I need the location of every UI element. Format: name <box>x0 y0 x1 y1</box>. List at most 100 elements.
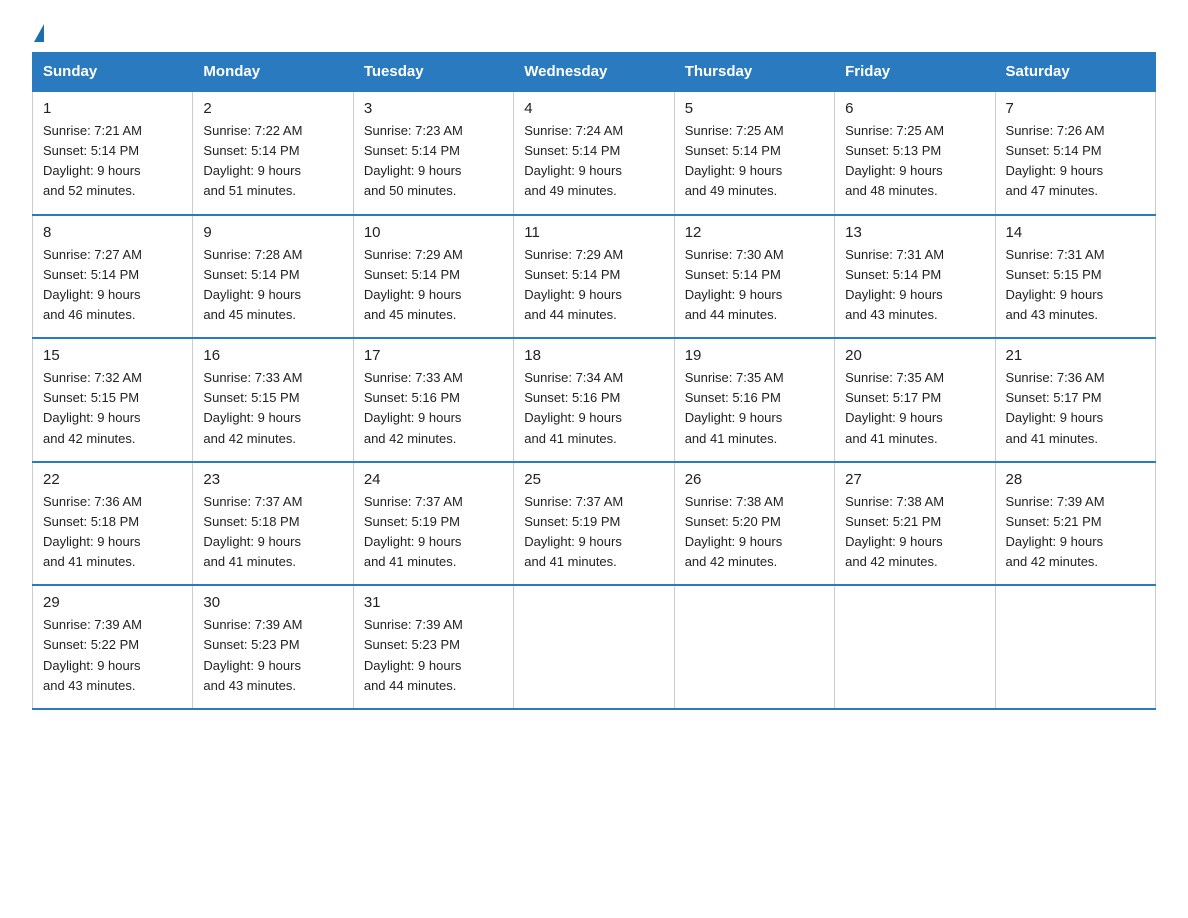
calendar-week-row: 29 Sunrise: 7:39 AMSunset: 5:22 PMDayligh… <box>33 585 1156 709</box>
day-info: Sunrise: 7:28 AMSunset: 5:14 PMDaylight:… <box>203 245 342 326</box>
day-info: Sunrise: 7:23 AMSunset: 5:14 PMDaylight:… <box>364 121 503 202</box>
calendar-empty-cell <box>514 585 674 709</box>
calendar-day-cell: 15Sunrise: 7:32 AMSunset: 5:15 PMDayligh… <box>33 338 193 462</box>
day-info: Sunrise: 7:25 AMSunset: 5:13 PMDaylight:… <box>845 121 984 202</box>
day-info: Sunrise: 7:33 AMSunset: 5:16 PMDaylight:… <box>364 368 503 449</box>
weekday-header-friday: Friday <box>835 53 995 92</box>
day-number: 23 <box>203 471 342 488</box>
day-number: 19 <box>685 347 824 364</box>
day-number: 1 <box>43 100 182 117</box>
logo-triangle-icon <box>34 24 44 42</box>
calendar-day-cell: 27 Sunrise: 7:38 AMSunset: 5:21 PMDayligh… <box>835 462 995 586</box>
calendar-day-cell: 18 Sunrise: 7:34 AMSunset: 5:16 PMDayligh… <box>514 338 674 462</box>
day-number: 4 <box>524 100 663 117</box>
calendar-day-cell: 5 Sunrise: 7:25 AMSunset: 5:14 PMDaylight… <box>674 91 834 215</box>
calendar-day-cell: 8 Sunrise: 7:27 AMSunset: 5:14 PMDaylight… <box>33 215 193 339</box>
day-number: 3 <box>364 100 503 117</box>
calendar-day-cell: 16 Sunrise: 7:33 AMSunset: 5:15 PMDayligh… <box>193 338 353 462</box>
day-info: Sunrise: 7:35 AMSunset: 5:17 PMDaylight:… <box>845 368 984 449</box>
calendar-day-cell: 14Sunrise: 7:31 AMSunset: 5:15 PMDayligh… <box>995 215 1155 339</box>
calendar-empty-cell <box>674 585 834 709</box>
day-number: 29 <box>43 594 182 611</box>
day-number: 12 <box>685 224 824 241</box>
weekday-header-row: SundayMondayTuesdayWednesdayThursdayFrid… <box>33 53 1156 92</box>
day-info: Sunrise: 7:38 AMSunset: 5:20 PMDaylight:… <box>685 492 824 573</box>
day-number: 27 <box>845 471 984 488</box>
day-number: 25 <box>524 471 663 488</box>
calendar-empty-cell <box>835 585 995 709</box>
day-info: Sunrise: 7:30 AMSunset: 5:14 PMDaylight:… <box>685 245 824 326</box>
day-number: 11 <box>524 224 663 241</box>
day-info: Sunrise: 7:37 AMSunset: 5:19 PMDaylight:… <box>364 492 503 573</box>
calendar-day-cell: 9 Sunrise: 7:28 AMSunset: 5:14 PMDaylight… <box>193 215 353 339</box>
calendar-day-cell: 3 Sunrise: 7:23 AMSunset: 5:14 PMDaylight… <box>353 91 513 215</box>
page-header <box>32 24 1156 42</box>
day-number: 20 <box>845 347 984 364</box>
day-info: Sunrise: 7:36 AMSunset: 5:18 PMDaylight:… <box>43 492 182 573</box>
day-number: 5 <box>685 100 824 117</box>
calendar-day-cell: 10 Sunrise: 7:29 AMSunset: 5:14 PMDayligh… <box>353 215 513 339</box>
day-info: Sunrise: 7:39 AMSunset: 5:23 PMDaylight:… <box>203 615 342 696</box>
calendar-day-cell: 29 Sunrise: 7:39 AMSunset: 5:22 PMDayligh… <box>33 585 193 709</box>
day-info: Sunrise: 7:39 AMSunset: 5:21 PMDaylight:… <box>1006 492 1145 573</box>
calendar-week-row: 22Sunrise: 7:36 AMSunset: 5:18 PMDayligh… <box>33 462 1156 586</box>
day-number: 31 <box>364 594 503 611</box>
day-number: 30 <box>203 594 342 611</box>
day-number: 16 <box>203 347 342 364</box>
day-number: 17 <box>364 347 503 364</box>
calendar-day-cell: 25 Sunrise: 7:37 AMSunset: 5:19 PMDayligh… <box>514 462 674 586</box>
calendar-empty-cell <box>995 585 1155 709</box>
calendar-day-cell: 17 Sunrise: 7:33 AMSunset: 5:16 PMDayligh… <box>353 338 513 462</box>
weekday-header-monday: Monday <box>193 53 353 92</box>
calendar-day-cell: 23 Sunrise: 7:37 AMSunset: 5:18 PMDayligh… <box>193 462 353 586</box>
day-info: Sunrise: 7:35 AMSunset: 5:16 PMDaylight:… <box>685 368 824 449</box>
day-info: Sunrise: 7:37 AMSunset: 5:19 PMDaylight:… <box>524 492 663 573</box>
weekday-header-thursday: Thursday <box>674 53 834 92</box>
calendar-day-cell: 2 Sunrise: 7:22 AMSunset: 5:14 PMDaylight… <box>193 91 353 215</box>
weekday-header-tuesday: Tuesday <box>353 53 513 92</box>
day-info: Sunrise: 7:33 AMSunset: 5:15 PMDaylight:… <box>203 368 342 449</box>
day-info: Sunrise: 7:31 AMSunset: 5:15 PMDaylight:… <box>1006 245 1145 326</box>
calendar-day-cell: 21 Sunrise: 7:36 AMSunset: 5:17 PMDayligh… <box>995 338 1155 462</box>
day-number: 18 <box>524 347 663 364</box>
calendar-day-cell: 24 Sunrise: 7:37 AMSunset: 5:19 PMDayligh… <box>353 462 513 586</box>
calendar-day-cell: 20 Sunrise: 7:35 AMSunset: 5:17 PMDayligh… <box>835 338 995 462</box>
calendar-day-cell: 26Sunrise: 7:38 AMSunset: 5:20 PMDayligh… <box>674 462 834 586</box>
weekday-header-saturday: Saturday <box>995 53 1155 92</box>
day-info: Sunrise: 7:36 AMSunset: 5:17 PMDaylight:… <box>1006 368 1145 449</box>
day-info: Sunrise: 7:34 AMSunset: 5:16 PMDaylight:… <box>524 368 663 449</box>
calendar-day-cell: 7Sunrise: 7:26 AMSunset: 5:14 PMDaylight… <box>995 91 1155 215</box>
weekday-header-sunday: Sunday <box>33 53 193 92</box>
day-number: 28 <box>1006 471 1145 488</box>
day-info: Sunrise: 7:29 AMSunset: 5:14 PMDaylight:… <box>364 245 503 326</box>
calendar-week-row: 1 Sunrise: 7:21 AMSunset: 5:14 PMDaylight… <box>33 91 1156 215</box>
day-info: Sunrise: 7:27 AMSunset: 5:14 PMDaylight:… <box>43 245 182 326</box>
day-info: Sunrise: 7:39 AMSunset: 5:23 PMDaylight:… <box>364 615 503 696</box>
calendar-day-cell: 1 Sunrise: 7:21 AMSunset: 5:14 PMDaylight… <box>33 91 193 215</box>
day-number: 10 <box>364 224 503 241</box>
day-info: Sunrise: 7:39 AMSunset: 5:22 PMDaylight:… <box>43 615 182 696</box>
calendar-day-cell: 28 Sunrise: 7:39 AMSunset: 5:21 PMDayligh… <box>995 462 1155 586</box>
day-number: 2 <box>203 100 342 117</box>
day-number: 8 <box>43 224 182 241</box>
day-info: Sunrise: 7:38 AMSunset: 5:21 PMDaylight:… <box>845 492 984 573</box>
day-info: Sunrise: 7:37 AMSunset: 5:18 PMDaylight:… <box>203 492 342 573</box>
day-number: 9 <box>203 224 342 241</box>
calendar-day-cell: 30 Sunrise: 7:39 AMSunset: 5:23 PMDayligh… <box>193 585 353 709</box>
day-info: Sunrise: 7:32 AMSunset: 5:15 PMDaylight:… <box>43 368 182 449</box>
calendar-table: SundayMondayTuesdayWednesdayThursdayFrid… <box>32 52 1156 710</box>
day-number: 21 <box>1006 347 1145 364</box>
calendar-week-row: 15Sunrise: 7:32 AMSunset: 5:15 PMDayligh… <box>33 338 1156 462</box>
day-info: Sunrise: 7:22 AMSunset: 5:14 PMDaylight:… <box>203 121 342 202</box>
calendar-day-cell: 11 Sunrise: 7:29 AMSunset: 5:14 PMDayligh… <box>514 215 674 339</box>
calendar-day-cell: 22Sunrise: 7:36 AMSunset: 5:18 PMDayligh… <box>33 462 193 586</box>
calendar-day-cell: 6Sunrise: 7:25 AMSunset: 5:13 PMDaylight… <box>835 91 995 215</box>
day-info: Sunrise: 7:25 AMSunset: 5:14 PMDaylight:… <box>685 121 824 202</box>
day-number: 24 <box>364 471 503 488</box>
calendar-day-cell: 31 Sunrise: 7:39 AMSunset: 5:23 PMDayligh… <box>353 585 513 709</box>
calendar-week-row: 8 Sunrise: 7:27 AMSunset: 5:14 PMDaylight… <box>33 215 1156 339</box>
day-number: 13 <box>845 224 984 241</box>
day-info: Sunrise: 7:29 AMSunset: 5:14 PMDaylight:… <box>524 245 663 326</box>
day-info: Sunrise: 7:21 AMSunset: 5:14 PMDaylight:… <box>43 121 182 202</box>
day-number: 7 <box>1006 100 1145 117</box>
